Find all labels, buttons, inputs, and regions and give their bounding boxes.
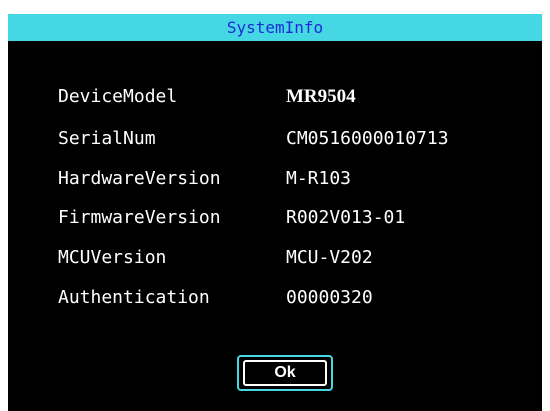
- hardware-version-label: HardwareVersion: [58, 168, 221, 189]
- system-info-dialog: SystemInfo DeviceModel MR9504 SerialNum …: [8, 14, 542, 411]
- info-row-serial-num: SerialNum CM0516000010713: [8, 124, 542, 154]
- info-row-firmware-version: FirmwareVersion R002V013-01: [8, 203, 542, 233]
- authentication-value: 00000320: [286, 287, 373, 308]
- mcu-version-value: MCU-V202: [286, 247, 373, 268]
- info-row-authentication: Authentication 00000320: [8, 283, 542, 313]
- info-row-hardware-version: HardwareVersion M-R103: [8, 164, 542, 194]
- serial-num-label: SerialNum: [58, 128, 156, 149]
- firmware-version-value: R002V013-01: [286, 207, 406, 228]
- dialog-title: SystemInfo: [226, 18, 324, 37]
- info-row-mcu-version: MCUVersion MCU-V202: [8, 243, 542, 273]
- device-model-value: MR9504: [286, 86, 356, 107]
- firmware-version-label: FirmwareVersion: [58, 207, 221, 228]
- device-model-label: DeviceModel: [58, 86, 178, 107]
- hardware-version-value: M-R103: [286, 168, 352, 189]
- serial-num-value: CM0516000010713: [286, 128, 449, 149]
- authentication-label: Authentication: [58, 287, 210, 308]
- info-row-device-model: DeviceModel MR9504: [8, 82, 542, 112]
- ok-button[interactable]: Ok: [237, 355, 333, 391]
- ok-button-label: Ok: [243, 360, 327, 386]
- title-bar: SystemInfo: [8, 14, 542, 41]
- mcu-version-label: MCUVersion: [58, 247, 167, 268]
